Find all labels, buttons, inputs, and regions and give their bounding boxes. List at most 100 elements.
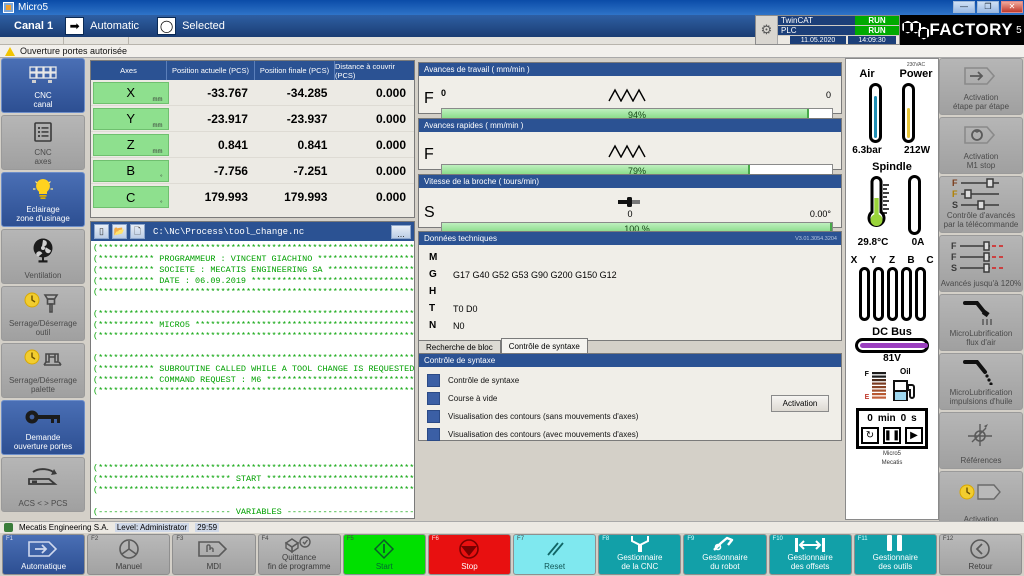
table-row[interactable]: Z mm 0.841 0.841 0.000 (91, 132, 414, 158)
copy-file-icon[interactable]: 🗋 (130, 224, 145, 239)
user-level: Level: Administrator (114, 523, 190, 532)
new-file-icon[interactable]: ▯ (94, 224, 109, 239)
checkbox-row[interactable]: Contrôle de syntaxe (427, 372, 841, 388)
reset-icon[interactable]: ↻ (861, 427, 879, 444)
status-bar: Mecatis Engineering S.A. Level: Administ… (0, 521, 1024, 533)
sidebar-item-microlub-air[interactable]: MicroLubrification flux d'air (939, 294, 1023, 351)
arrow-into-box-icon[interactable]: ➡ (65, 17, 85, 35)
fkey-robot-manager[interactable]: F9 Gestionnaire du robot (683, 534, 767, 575)
system-date: 11.05.2020 (790, 36, 846, 44)
sidebar-item-ventilation[interactable]: Ventilation (1, 229, 85, 284)
fkey-retour[interactable]: F12 Retour (938, 534, 1023, 575)
axis-distance-to-go: 0.000 (375, 163, 406, 178)
tab-block-search[interactable]: Recherche de bloc (418, 340, 501, 353)
spindle-angle: 0.00° (809, 209, 831, 219)
spindle-temperature-value: 29.8°C (857, 237, 889, 248)
sidebar-item-references[interactable]: Références (939, 412, 1023, 469)
sidebar-item-microlub-oil[interactable]: MicroLubrification impulsions d'huile (939, 353, 1023, 410)
back-arrow-icon (969, 535, 991, 563)
selection-state-label: Selected (182, 20, 225, 32)
spindle-current-speed: 0 (627, 209, 633, 219)
axis-name-badge: C ° (93, 186, 169, 208)
spindle-current-gauge (907, 175, 921, 235)
left-sidebar: CNC canal CNC axes Eclairage zone d'usin… (0, 58, 86, 520)
sidebar-item-activation[interactable]: Activation (939, 471, 1023, 528)
fkey-mdi[interactable]: F3 MDI (172, 534, 256, 575)
timer-seconds-unit: s (911, 413, 917, 424)
table-row[interactable]: B ° -7.756 -7.251 0.000 (91, 158, 414, 184)
fkey-stop[interactable]: F6 Stop (427, 534, 512, 575)
circle-arrow-icon[interactable]: ◯ (157, 17, 177, 35)
sidebar-item-step-by-step[interactable]: Activation étape par étape (939, 58, 1023, 115)
feed-letter: F (424, 146, 434, 163)
sidebar-item-door-open-request[interactable]: Demande ouverture portes (1, 400, 85, 455)
dc-bus-value: 81V (883, 353, 901, 364)
fkey-automatique[interactable]: F1 Automatique (2, 534, 86, 575)
fkey-number: F10 (772, 536, 783, 542)
syntax-check-label: Contrôle de syntaxe (448, 375, 520, 385)
maximize-button[interactable]: ❐ (977, 1, 999, 13)
sidebar-item-label: Ventilation (24, 270, 62, 280)
axis-load-gauge-y (872, 267, 884, 321)
fkey-ack-program-end[interactable]: F4 Quittance fin de programme (257, 534, 341, 575)
sidebar-item-tool-clamp[interactable]: Serrage/Déserrage outil (1, 286, 85, 341)
sidebar-item-feed-up-to-120[interactable]: F F S Avancés jusqu'à 120% (939, 235, 1023, 292)
fkey-tools-manager[interactable]: F11 Gestionnaire des outils (853, 534, 937, 575)
header-axes: Axes (91, 61, 167, 80)
close-button[interactable]: ✕ (1001, 1, 1023, 13)
fkey-cnc-manager[interactable]: F8 Gestionnaire de la CNC (598, 534, 682, 575)
dc-bus-label: DC Bus (872, 326, 912, 338)
handwheel-icon (118, 535, 140, 563)
sidebar-item-cnc-axes[interactable]: CNC axes (1, 115, 85, 170)
syntax-check-checkbox[interactable] (427, 373, 440, 387)
editor-code-area[interactable]: (***************************************… (91, 241, 414, 518)
m1-stop-icon (963, 118, 999, 152)
svg-text:F: F (952, 178, 958, 188)
sidebar-item-pallet-clamp[interactable]: Serrage/Déserrage palette (1, 343, 85, 398)
axis-name-badge: Y mm (93, 107, 169, 130)
fkey-label: Quittance fin de programme (267, 553, 331, 572)
axis-current-position: -33.767 (207, 85, 248, 100)
table-row[interactable]: X mm -33.767 -34.285 0.000 (91, 80, 414, 106)
contour-with-axes-label: Visualisation des contours (avec mouveme… (448, 429, 639, 439)
machine-gauges-panel: . Air 230VAC Power 6.3bar 212W Spindle (845, 58, 939, 520)
minimize-button[interactable]: — (953, 1, 975, 13)
contour-no-axes-label: Visualisation des contours (sans mouveme… (448, 411, 639, 421)
play-icon[interactable]: ▶ (905, 427, 923, 444)
fkey-number: F2 (91, 536, 99, 542)
auto-mode-icon (27, 535, 61, 563)
axis-unit: ° (160, 174, 163, 181)
axis-distance-to-go: 0.000 (375, 111, 406, 126)
fkey-reset[interactable]: F7 Reset (513, 534, 597, 575)
sidebar-item-acs-pcs[interactable]: ACS < > PCS (1, 457, 85, 512)
editor-toolbar: ▯ 📂 🗋 C:\Nc\Process\tool_change.nc ... (91, 222, 414, 241)
sidebar-item-lighting[interactable]: Eclairage zone d'usinage (1, 172, 85, 227)
function-key-bar: F1 Automatique F2 Manuel F3 MDI F4 Quitt… (0, 533, 1024, 576)
tab-syntax-control[interactable]: Contrôle de syntaxe (500, 338, 588, 353)
axis-load-gauge-z (886, 267, 898, 321)
checkbox-row[interactable]: Visualisation des contours (avec mouveme… (427, 426, 841, 442)
tech-key-n: N (429, 320, 437, 331)
sidebar-item-m1-stop[interactable]: Activation M1 stop (939, 117, 1023, 174)
editor-more-button[interactable]: ... (391, 224, 411, 239)
reset-slash-icon (542, 535, 568, 563)
open-folder-icon[interactable]: 📂 (112, 224, 127, 239)
axis-name-badge: X mm (93, 81, 169, 104)
fkey-offsets-manager[interactable]: F10 Gestionnaire des offsets (768, 534, 852, 575)
activation-button[interactable]: Activation (771, 395, 829, 412)
sidebar-item-remote-feed-control[interactable]: F F S Contrôle d'avancés par la télécomm… (939, 176, 1023, 233)
twincat-state: RUN (855, 16, 899, 25)
contour-no-axes-checkbox[interactable] (427, 409, 440, 423)
stop-icon (458, 535, 480, 563)
dry-run-checkbox[interactable] (427, 391, 440, 405)
pause-icon[interactable]: ❚❚ (883, 427, 901, 444)
table-row[interactable]: Y mm -23.917 -23.937 0.000 (91, 106, 414, 132)
sidebar-item-cnc-canal[interactable]: CNC canal (1, 58, 85, 113)
header-final-position: Position finale (PCS) (255, 61, 335, 80)
fkey-manuel[interactable]: F2 Manuel (87, 534, 171, 575)
contour-with-axes-checkbox[interactable] (427, 427, 440, 441)
spindle-speed-panel: Vitesse de la broche ( tours/min) S 0 0.… (418, 174, 842, 235)
tech-key-h: H (429, 286, 437, 297)
table-row[interactable]: C ° 179.993 179.993 0.000 (91, 184, 414, 210)
fkey-start[interactable]: F5 Start (342, 534, 426, 575)
